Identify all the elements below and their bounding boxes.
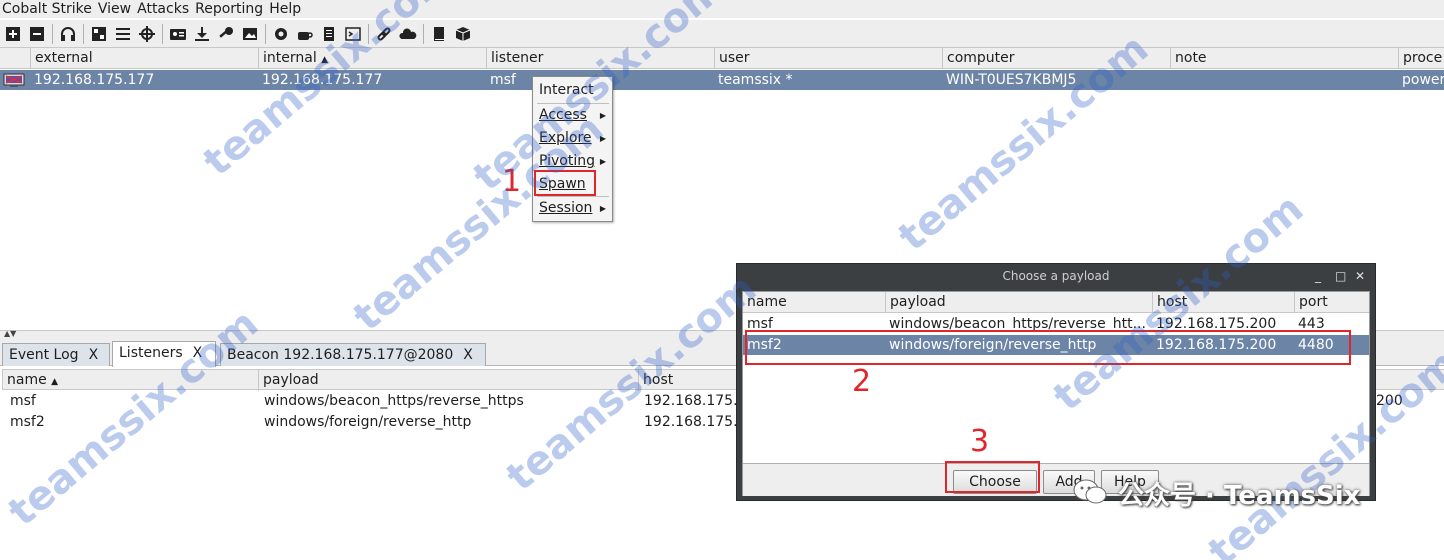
cell-port: 200 [1376,393,1403,409]
package-icon[interactable] [452,23,474,45]
new-connection-icon[interactable] [2,23,24,45]
spawn-highlight-box [534,170,596,196]
tab-beacon[interactable]: Beacon 192.168.175.177@2080 X [220,343,486,366]
column-payload[interactable]: payload [258,370,638,391]
beacon-table-header: external internal ▲ listener user comput… [0,48,1444,69]
beacon-session-icon [3,72,25,88]
cell-note [1170,70,1398,90]
download-icon[interactable] [191,23,213,45]
column-name[interactable]: name ▲ [3,370,258,391]
submenu-arrow-icon: ▶ [599,204,606,213]
close-tab-icon[interactable]: X [463,347,473,363]
pivot-graph-icon[interactable] [88,23,110,45]
cell-process: power [1402,72,1444,88]
submenu-arrow-icon: ▶ [599,134,606,143]
menu-cobalt-strike[interactable]: Cobalt Strike [0,0,95,18]
column-name-label: name [7,372,47,388]
annotation-number-1: 1 [502,164,522,199]
column-process[interactable]: proce [1398,48,1444,69]
toolbar-separator [52,23,53,44]
coffee-icon[interactable] [294,23,316,45]
console-icon[interactable] [342,23,364,45]
close-tab-icon[interactable]: X [89,347,99,363]
toolbar-separator [162,23,163,44]
toolbar-separator [423,23,424,44]
minimize-icon[interactable]: _ [1315,264,1321,288]
column-user[interactable]: user [714,48,942,69]
cell-name: msf [10,393,36,409]
key-icon[interactable] [215,23,237,45]
payload-table-header: name payload host port [743,292,1369,313]
sort-ascending-icon: ▲ [321,55,329,65]
column-listener[interactable]: listener [486,48,714,69]
link-icon[interactable] [373,23,395,45]
context-menu: Interact Access ▶ Explore ▶ Pivoting ▶ Spaw… [532,76,613,222]
submenu-arrow-icon: ▶ [599,157,606,166]
cloud-icon[interactable] [397,23,419,45]
column-note[interactable]: note [1170,48,1398,69]
tab-label: Listeners [119,345,183,361]
cell-payload: windows/beacon_https/reverse_https [264,393,524,409]
settings-icon[interactable] [270,23,292,45]
column-name[interactable]: name [743,292,885,313]
brand-text: 公众号 · TeamsSix [1118,481,1361,511]
toolbar-separator [265,23,266,44]
column-internal[interactable]: internal ▲ [258,48,486,69]
choose-payload-dialog: Choose a payload _ □ ✕ name payload host… [736,263,1376,501]
cell-computer: WIN-T0UES7KBMJ5 [946,72,1077,88]
tab-listeners[interactable]: Listeners X [112,341,216,367]
close-tab-icon[interactable]: X [193,345,203,361]
tab-event-log[interactable]: Event Log X [2,343,110,366]
column-host[interactable]: host [1152,292,1294,313]
cell-internal: 192.168.175.177 [262,72,383,88]
tab-label: Beacon 192.168.175.177@2080 [227,347,454,363]
target-icon[interactable] [136,23,158,45]
choose-highlight-box [945,461,1040,493]
annotation-number-3: 3 [970,424,990,459]
toolbar-separator [368,23,369,44]
screenshot-icon[interactable] [239,23,261,45]
credentials-icon[interactable] [167,23,189,45]
collapse-arrows-icon[interactable]: ▲▼ [4,329,16,338]
cell-payload: windows/foreign/reverse_http [264,414,472,430]
headphones-icon[interactable] [57,23,79,45]
maximize-icon[interactable]: □ [1335,264,1346,288]
sort-ascending-icon: ▲ [51,377,59,387]
menu-help[interactable]: Help [266,0,304,18]
menu-reporting[interactable]: Reporting [192,0,266,18]
column-computer[interactable]: computer [942,48,1170,69]
tab-label: Event Log [9,347,79,363]
close-icon[interactable]: ✕ [1355,264,1365,288]
table-row[interactable]: 192.168.175.177 192.168.175.177 msf team… [0,70,1444,90]
toolbar [0,20,1444,48]
dialog-title: Choose a payload [737,264,1375,288]
annotation-number-2: 2 [852,364,872,399]
column-payload[interactable]: payload [885,292,1152,313]
column-port[interactable]: port [1294,292,1369,313]
payload-table: name payload host port msf windows/beaco… [742,291,1370,496]
cell-user: teamssix * [718,72,793,88]
book-icon[interactable] [428,23,450,45]
wechat-icon [1072,478,1108,506]
menu-item-session[interactable]: Session ▶ [533,197,612,220]
menu-item-explore[interactable]: Explore ▶ [533,127,612,150]
menu-item-access[interactable]: Access ▶ [533,104,612,127]
disconnect-icon[interactable] [26,23,48,45]
menu-bar: Cobalt Strike View Attacks Reporting Hel… [0,0,1444,18]
column-external[interactable]: external [30,48,258,69]
menu-view[interactable]: View [95,0,134,18]
submenu-arrow-icon: ▶ [599,111,606,120]
document-icon[interactable] [318,23,340,45]
toolbar-separator [83,23,84,44]
menu-item-interact[interactable]: Interact [533,79,612,102]
session-table-icon[interactable] [112,23,134,45]
cell-name: msf2 [10,414,45,430]
row-highlight-box [745,330,1351,365]
column-internal-label: internal [263,50,317,66]
cell-external: 192.168.175.177 [34,72,155,88]
menu-attacks[interactable]: Attacks [134,0,192,18]
